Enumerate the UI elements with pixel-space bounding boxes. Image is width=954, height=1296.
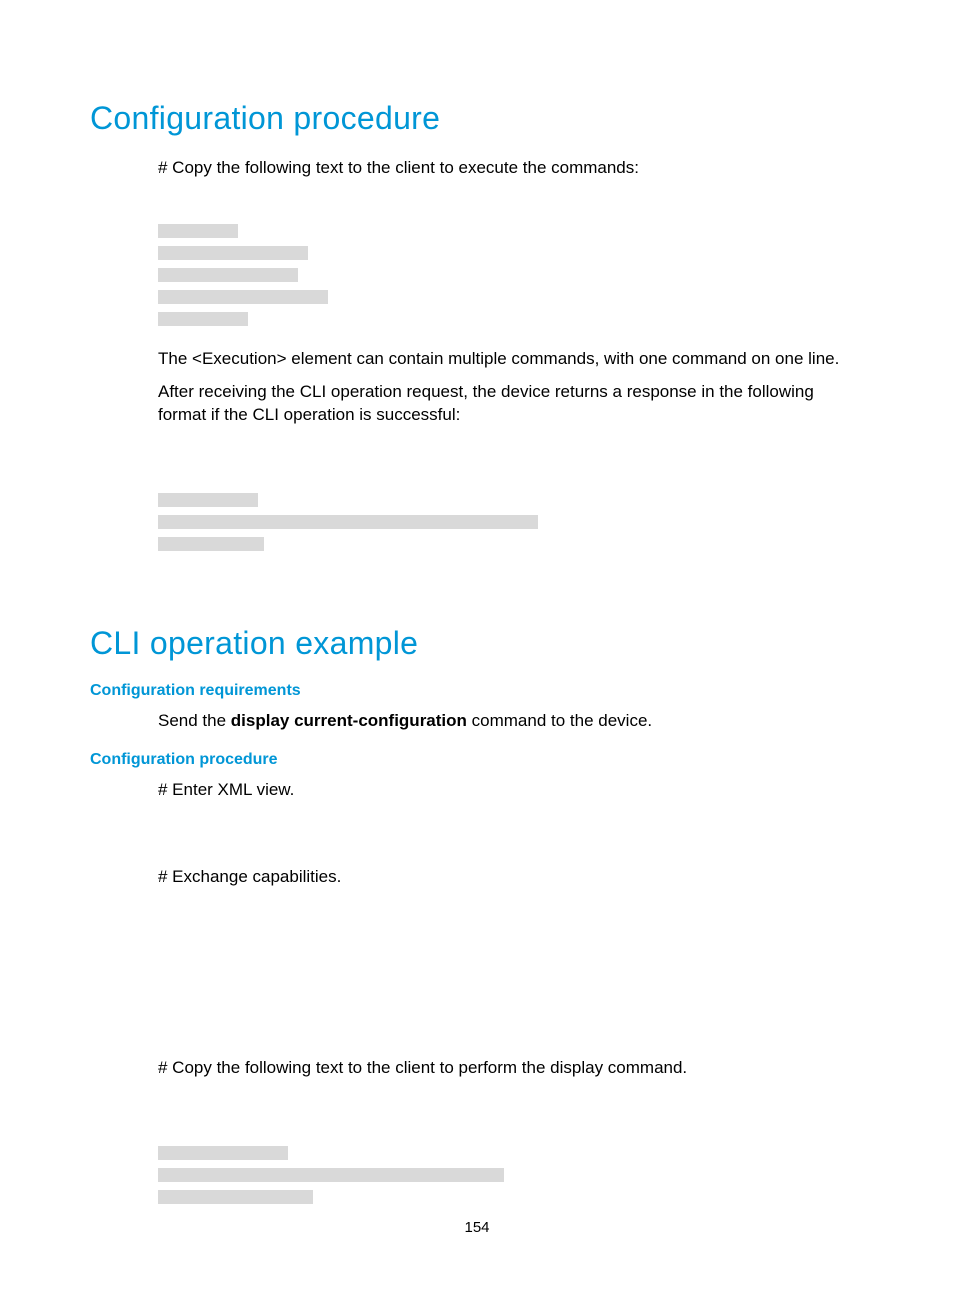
- heading-cli-example: CLI operation example: [90, 625, 864, 662]
- paragraph-copy-text-1: # Copy the following text to the client …: [158, 157, 864, 180]
- code-block-5: [158, 1098, 864, 1208]
- document-page: Configuration procedure # Copy the follo…: [0, 0, 954, 1296]
- subheading-config-procedure-2: Configuration procedure: [90, 751, 864, 769]
- page-number: 154: [0, 1219, 954, 1236]
- heading-config-procedure: Configuration procedure: [90, 100, 864, 137]
- body-section-5: # Exchange capabilities.: [158, 866, 864, 889]
- text-send-pre: Send the: [158, 711, 231, 730]
- body-section-1: # Copy the following text to the client …: [158, 157, 864, 180]
- redacted-code-line: [158, 268, 298, 282]
- redacted-code-line: [158, 515, 538, 529]
- redacted-code-line: [158, 246, 308, 260]
- body-section-6: # Copy the following text to the client …: [158, 1057, 864, 1080]
- paragraph-exchange-caps: # Exchange capabilities.: [158, 866, 864, 889]
- redacted-code-line: [158, 537, 264, 551]
- code-block-1: [158, 198, 864, 330]
- text-send-post: command to the device.: [467, 711, 652, 730]
- body-section-2: The <Execution> element can contain mult…: [158, 348, 864, 427]
- code-block-2: [158, 445, 864, 555]
- body-section-4: # Enter XML view.: [158, 779, 864, 802]
- redacted-code-line: [158, 1146, 288, 1160]
- redacted-code-line: [158, 493, 258, 507]
- subheading-config-requirements: Configuration requirements: [90, 682, 864, 700]
- paragraph-send-cmd: Send the display current-configuration c…: [158, 710, 864, 733]
- redacted-code-line: [158, 290, 328, 304]
- paragraph-enter-xml: # Enter XML view.: [158, 779, 864, 802]
- redacted-code-line: [158, 1168, 504, 1182]
- paragraph-after-receiving: After receiving the CLI operation reques…: [158, 381, 864, 427]
- paragraph-copy-text-2: # Copy the following text to the client …: [158, 1057, 864, 1080]
- body-section-3: Send the display current-configuration c…: [158, 710, 864, 733]
- text-send-bold: display current-configuration: [231, 711, 467, 730]
- redacted-code-line: [158, 312, 248, 326]
- paragraph-execution-note: The <Execution> element can contain mult…: [158, 348, 864, 371]
- redacted-code-line: [158, 224, 238, 238]
- redacted-code-line: [158, 1190, 313, 1204]
